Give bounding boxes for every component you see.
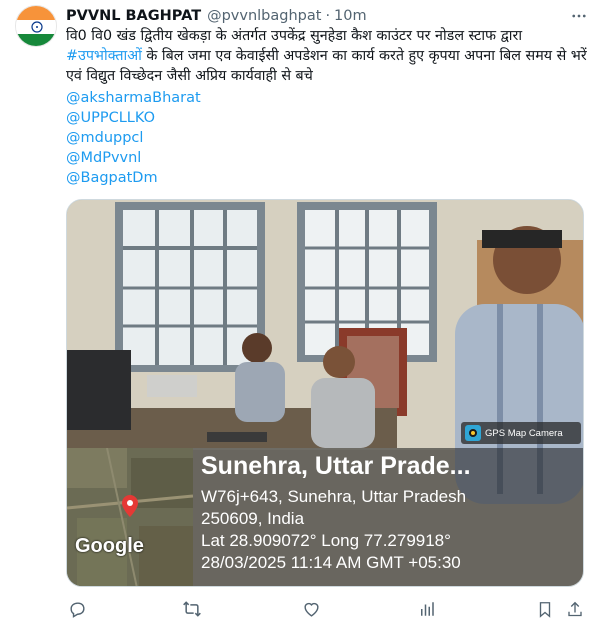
account-name[interactable]: PVVNL BAGHPAT <box>66 8 201 24</box>
account-handle[interactable]: @pvvnlbaghpat <box>207 8 321 24</box>
post-photo[interactable]: GPS Map Camera Google Sunehra, Uttar Pra… <box>66 199 584 587</box>
separator-dot: · <box>325 8 331 24</box>
post-text-part-1: वि0 वि0 खंड द्वितीय खेकड़ा के अंतर्गत उप… <box>66 28 523 44</box>
address-line-1: W76j+643, Sunehra, Uttar Pradesh <box>201 487 467 506</box>
repost-icon[interactable] <box>181 598 203 620</box>
mention-link[interactable]: @UPPCLLKO <box>66 108 201 128</box>
gps-badge-label: GPS Map Camera <box>485 427 563 439</box>
post-header: PVVNL BAGHPAT @pvvnlbaghpat · 10m <box>66 5 590 27</box>
coordinates: Lat 28.909072° Long 77.279918° <box>201 531 451 550</box>
map-thumbnail: Google <box>67 448 193 586</box>
photo-datetime: 28/03/2025 11:14 AM GMT +05:30 <box>201 553 461 572</box>
location-title: Sunehra, Uttar Prade... <box>201 452 471 480</box>
avatar[interactable] <box>15 5 57 47</box>
mentions-list: @aksharmaBharat @UPPCLLKO @mduppcl @MdPv… <box>66 88 201 188</box>
post-text-part-2: के बिल जमा एव केवाईसी अपडेशन का कार्य कर… <box>66 48 587 84</box>
reply-icon[interactable] <box>66 598 88 620</box>
mention-link[interactable]: @mduppcl <box>66 128 201 148</box>
india-flag-avatar-icon <box>16 6 56 46</box>
hashtag-link[interactable]: #उपभोक्ताओं <box>66 48 142 64</box>
like-icon[interactable] <box>300 598 322 620</box>
gps-camera-icon <box>465 425 481 441</box>
views-icon[interactable] <box>416 598 438 620</box>
address-line-2: 250609, India <box>201 509 305 528</box>
post-actions <box>66 598 596 622</box>
post-time[interactable]: 10m <box>334 8 367 24</box>
post-text: वि0 वि0 खंड द्वितीय खेकड़ा के अंतर्गत उप… <box>66 26 591 86</box>
google-logo: Google <box>75 535 144 557</box>
mention-link[interactable]: @aksharmaBharat <box>66 88 201 108</box>
gps-map-camera-badge: GPS Map Camera <box>461 422 581 444</box>
mention-link[interactable]: @BagpatDm <box>66 168 201 188</box>
bookmark-icon[interactable] <box>534 598 556 620</box>
map-pin-icon <box>122 495 138 521</box>
mention-link[interactable]: @MdPvvnl <box>66 148 201 168</box>
share-icon[interactable] <box>564 598 586 620</box>
more-dots-icon[interactable] <box>568 5 590 27</box>
